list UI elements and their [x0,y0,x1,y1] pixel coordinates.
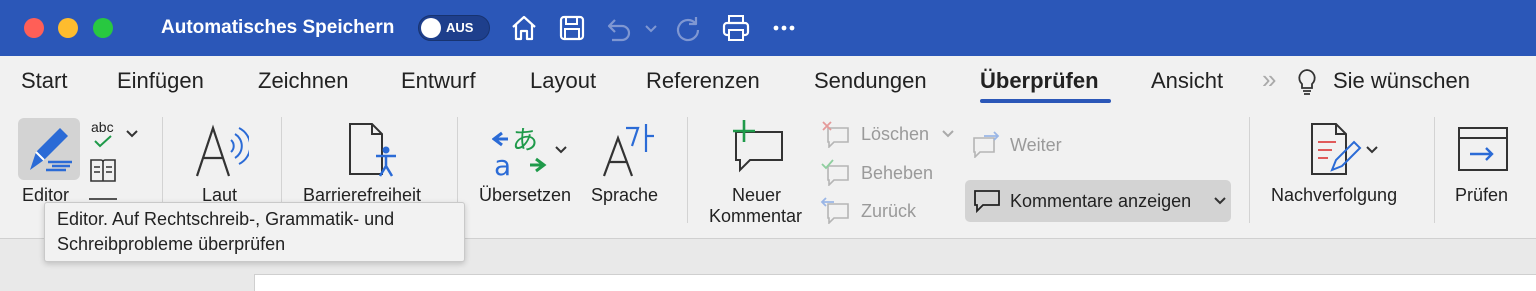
next-comment-icon[interactable] [970,130,1002,158]
review-pane-icon[interactable] [1456,124,1510,174]
chevron-down-icon[interactable] [553,142,569,158]
uebersetzen-label[interactable]: Übersetzen [479,185,571,206]
svg-text:あ: あ [512,126,538,156]
tooltip-line-2: Schreibprobleme überprüfen [57,234,286,254]
document-page[interactable] [254,274,1536,291]
title-bar: Automatisches Speichern AUS [0,0,1536,56]
ribbon-tab-bar: Start Einfügen Zeichnen Entwurf Layout R… [0,56,1536,108]
autosave-toggle-text: AUS [446,20,474,35]
group-separator [1434,117,1435,223]
editor-tooltip: Editor. Auf Rechtschreib-, Grammatik- un… [44,202,465,262]
svg-text:a: a [494,149,511,179]
chevron-down-icon[interactable] [1364,142,1380,158]
tab-sendungen[interactable]: Sendungen [814,68,927,94]
print-icon[interactable] [720,12,752,44]
neuer-kommentar-label-1[interactable]: Neuer [732,185,781,206]
pruefen-label[interactable]: Prüfen [1455,185,1508,206]
previous-comment-icon[interactable] [820,196,852,224]
zurueck-label[interactable]: Zurück [861,201,916,222]
tab-start[interactable]: Start [21,68,67,94]
save-icon[interactable] [556,12,588,44]
neuer-kommentar-label-2[interactable]: Kommentar [709,206,802,227]
kommentare-anzeigen-label: Kommentare anzeigen [1010,191,1192,211]
tab-referenzen[interactable]: Referenzen [646,68,760,94]
nachverfolgung-label[interactable]: Nachverfolgung [1271,185,1397,206]
undo-dropdown-icon[interactable] [640,12,662,44]
home-icon[interactable] [508,12,540,44]
chevron-down-icon[interactable] [124,126,140,142]
tab-ansicht[interactable]: Ansicht [1151,68,1223,94]
close-window-button[interactable] [24,18,44,38]
delete-comment-icon[interactable] [820,120,852,148]
toggle-knob [421,18,441,38]
tab-zeichnen[interactable]: Zeichnen [258,68,349,94]
weiter-label[interactable]: Weiter [1010,135,1062,156]
group-separator [1249,117,1250,223]
undo-icon[interactable] [602,12,634,44]
active-tab-indicator [980,99,1111,103]
language-icon[interactable] [600,120,656,180]
tab-ueberpruefen[interactable]: Überprüfen [980,68,1099,94]
zoom-window-button[interactable] [93,18,113,38]
sprache-label[interactable]: Sprache [591,185,658,206]
tab-layout[interactable]: Layout [530,68,596,94]
accessibility-checker-icon[interactable] [344,120,402,180]
word-count-icon[interactable] [89,198,117,200]
editor-pen-icon [30,128,72,172]
read-aloud-icon[interactable] [193,120,249,180]
tell-me-search[interactable]: Sie wünschen [1333,68,1470,94]
translate-icon[interactable]: あ a [492,123,548,179]
loeschen-label[interactable]: Löschen [861,124,929,145]
tab-entwurf[interactable]: Entwurf [401,68,476,94]
tooltip-line-1: Editor. Auf Rechtschreib-, Grammatik- un… [57,209,395,229]
group-separator [687,117,688,223]
tab-einfuegen[interactable]: Einfügen [117,68,204,94]
thesaurus-book-icon[interactable] [89,157,117,183]
autosave-toggle[interactable]: AUS [418,15,490,41]
chevron-down-icon[interactable] [940,126,956,142]
autosave-label: Automatisches Speichern [161,17,395,38]
track-changes-icon[interactable] [1306,120,1362,180]
minimize-window-button[interactable] [58,18,78,38]
tab-overflow-icon[interactable]: » [1262,64,1276,95]
redo-icon[interactable] [672,12,704,44]
beheben-label[interactable]: Beheben [861,163,933,184]
chevron-down-icon[interactable] [1212,193,1228,209]
new-comment-icon[interactable] [728,118,788,174]
lightbulb-icon[interactable] [1294,66,1320,98]
comment-icon [974,190,1000,214]
spelling-abc-label: abc [91,119,114,135]
resolve-comment-icon[interactable] [820,158,852,186]
spelling-check-icon[interactable] [92,134,114,148]
more-icon[interactable] [768,12,800,44]
